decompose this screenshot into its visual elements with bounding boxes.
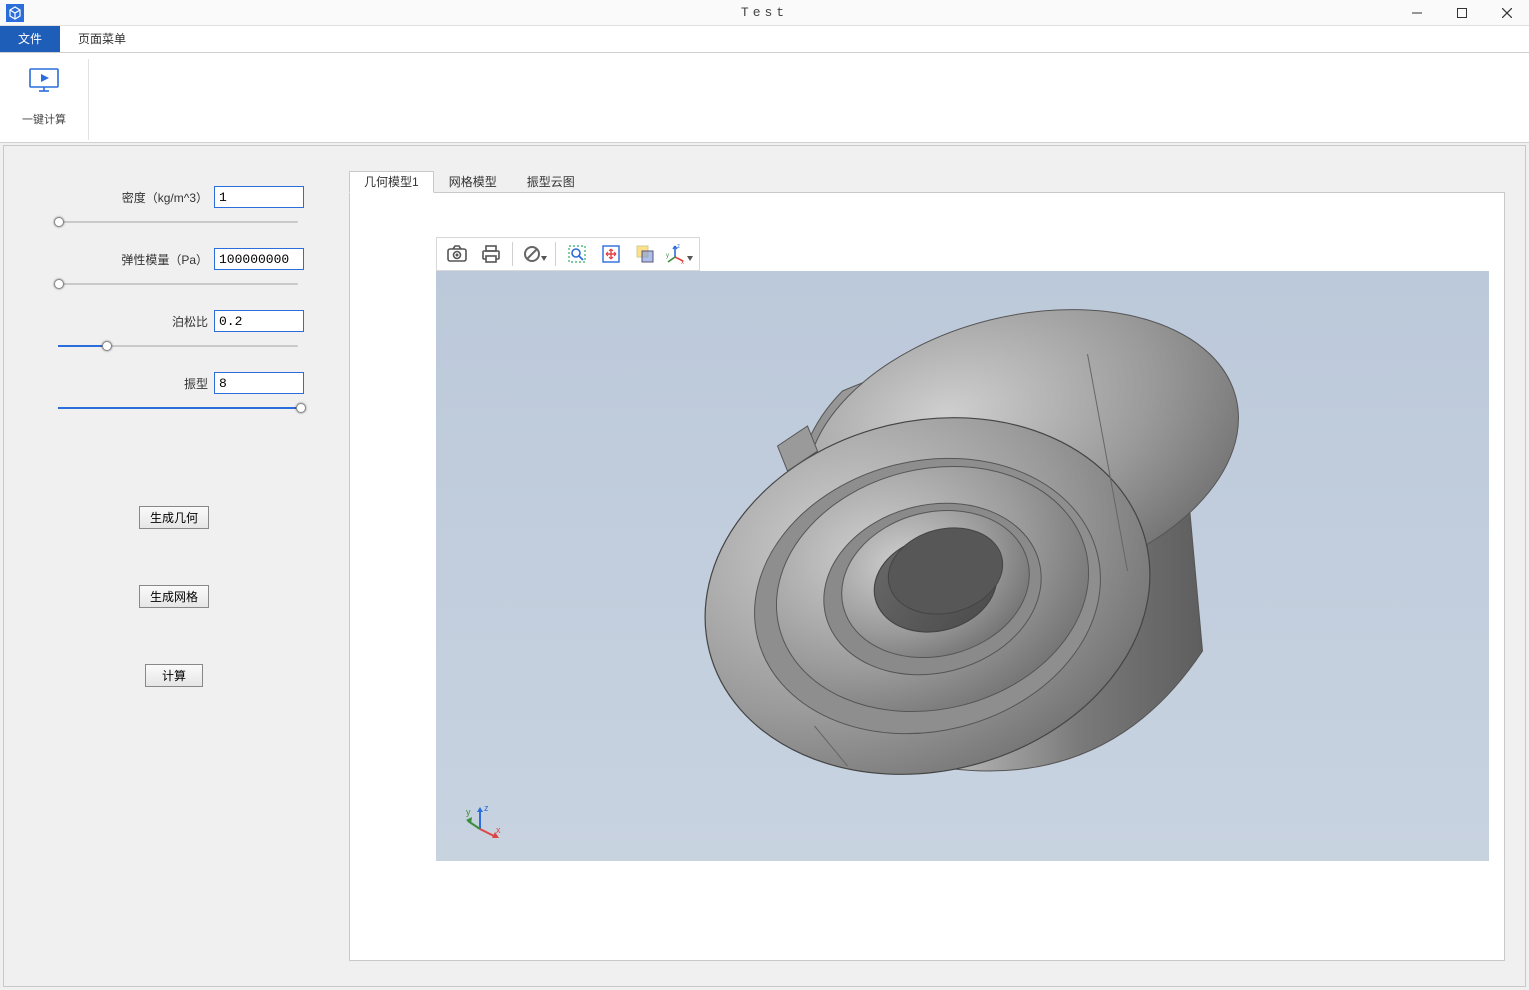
no-symbol-icon xyxy=(521,243,543,265)
zoom-window-button[interactable] xyxy=(561,239,593,269)
viewer-viewport[interactable]: z y x xyxy=(349,192,1505,961)
snapshot-button[interactable] xyxy=(441,239,473,269)
youngs-input[interactable] xyxy=(214,248,304,270)
titlebar: Test xyxy=(0,0,1529,26)
menu-tabs: 文件 页面菜单 xyxy=(0,26,1529,53)
poisson-label: 泊松比 xyxy=(172,313,208,330)
transparency-icon xyxy=(634,243,656,265)
svg-text:z: z xyxy=(677,244,680,250)
maximize-button[interactable] xyxy=(1439,0,1484,26)
param-poisson-ratio: 泊松比 xyxy=(44,310,304,344)
youngs-slider[interactable] xyxy=(58,276,304,282)
action-buttons: 生成几何 生成网格 计算 xyxy=(44,506,304,687)
viewer-panel: 几何模型1 网格模型 振型云图 xyxy=(349,171,1505,961)
viewer-tabs: 几何模型1 网格模型 振型云图 xyxy=(349,171,1505,193)
transparency-button[interactable] xyxy=(629,239,661,269)
minimize-button[interactable] xyxy=(1394,0,1439,26)
window-title: Test xyxy=(741,5,788,20)
camera-icon xyxy=(446,244,468,264)
density-input[interactable] xyxy=(214,186,304,208)
viewer-toolbar: z y x xyxy=(436,237,700,271)
poisson-input[interactable] xyxy=(214,310,304,332)
extents-icon xyxy=(600,243,622,265)
app-icon xyxy=(4,2,26,24)
tab-page-menu[interactable]: 页面菜单 xyxy=(60,26,144,52)
compute-button[interactable]: 计算 xyxy=(145,664,203,687)
youngs-label: 弹性模量（Pa） xyxy=(121,251,208,268)
ribbon: 一键计算 xyxy=(0,53,1529,143)
axes-menu-button[interactable]: z y x xyxy=(663,239,695,269)
density-slider[interactable] xyxy=(58,214,304,220)
one-click-calc-label: 一键计算 xyxy=(22,111,66,127)
param-density: 密度（kg/m^3） xyxy=(44,186,304,220)
svg-text:y: y xyxy=(666,253,669,259)
mode-input[interactable] xyxy=(214,372,304,394)
axis-gizmo: z y x xyxy=(466,801,506,841)
printer-icon xyxy=(480,244,502,264)
tab-mesh-model[interactable]: 网格模型 xyxy=(434,171,512,193)
window-controls xyxy=(1394,0,1529,26)
tab-mode-cloud[interactable]: 振型云图 xyxy=(512,171,590,193)
zoom-extents-button[interactable] xyxy=(595,239,627,269)
geometry-model-render xyxy=(436,271,1489,861)
generate-mesh-button[interactable]: 生成网格 xyxy=(139,585,209,608)
param-mode: 振型 xyxy=(44,372,304,406)
reset-view-button[interactable] xyxy=(518,239,550,269)
generate-geometry-button[interactable]: 生成几何 xyxy=(139,506,209,529)
print-button[interactable] xyxy=(475,239,507,269)
mode-label: 振型 xyxy=(184,375,208,392)
main-area: 密度（kg/m^3） 弹性模量（Pa） 泊松比 xyxy=(3,145,1526,987)
parameters-panel: 密度（kg/m^3） 弹性模量（Pa） 泊松比 xyxy=(4,146,344,986)
zoom-box-icon xyxy=(566,243,588,265)
svg-text:x: x xyxy=(496,825,501,835)
svg-text:z: z xyxy=(484,803,489,813)
svg-text:x: x xyxy=(681,260,684,265)
geometry-canvas[interactable]: z y x xyxy=(436,271,1489,861)
play-monitor-icon xyxy=(24,61,64,101)
poisson-slider[interactable] xyxy=(58,338,304,344)
close-button[interactable] xyxy=(1484,0,1529,26)
param-youngs-modulus: 弹性模量（Pa） xyxy=(44,248,304,282)
tab-file[interactable]: 文件 xyxy=(0,26,60,52)
svg-text:y: y xyxy=(466,807,471,817)
axes-icon: z y x xyxy=(666,243,686,265)
ribbon-group-calc: 一键计算 xyxy=(0,59,89,140)
density-label: 密度（kg/m^3） xyxy=(122,189,208,206)
mode-slider[interactable] xyxy=(58,400,304,406)
one-click-calc-button[interactable]: 一键计算 xyxy=(18,59,70,129)
tab-geometry-1[interactable]: 几何模型1 xyxy=(349,171,434,193)
